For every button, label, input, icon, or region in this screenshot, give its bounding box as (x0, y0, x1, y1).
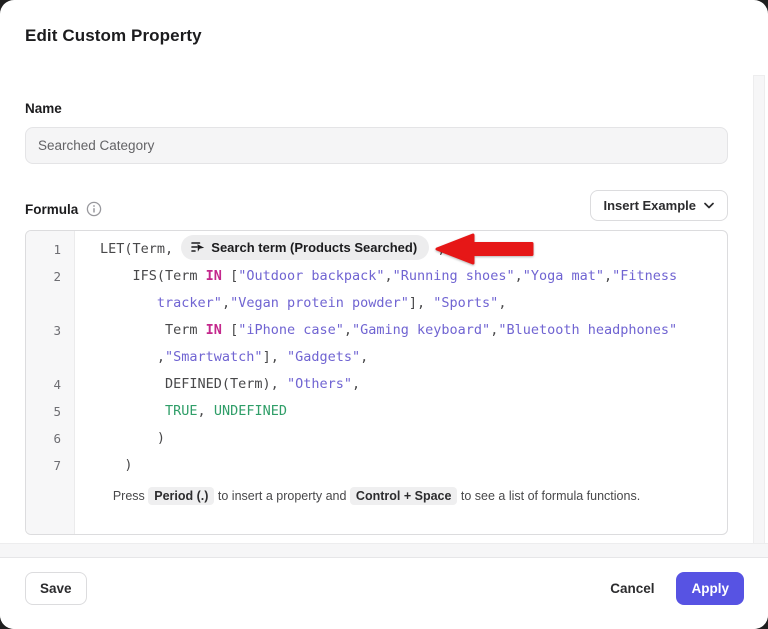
code-line-text: ,"Smartwatch"], "Gadgets", (74, 344, 368, 371)
edit-custom-property-dialog: Edit Custom Property Name Formula Insert… (0, 0, 768, 629)
code-line-text: ) (74, 425, 165, 452)
formula-label: Formula (25, 202, 78, 217)
insert-example-button[interactable]: Insert Example (590, 190, 729, 221)
code-line-text: tracker","Vegan protein powder"], "Sport… (74, 290, 506, 317)
code-line-text: TRUE, UNDEFINED (74, 398, 287, 425)
footer-right-group: Cancel Apply (610, 572, 744, 605)
kbd-control-space: Control + Space (350, 487, 458, 505)
save-button[interactable]: Save (25, 572, 87, 605)
name-input[interactable] (25, 127, 728, 164)
hint-between: to insert a property and (214, 489, 350, 503)
hint-suffix: to see a list of formula functions. (457, 489, 640, 503)
dialog-footer: Save Cancel Apply (0, 558, 768, 629)
formula-hint: Press Period (.) to insert a property an… (25, 489, 728, 503)
code-line-row: ,"Smartwatch"], "Gadgets", (26, 344, 727, 371)
code-line-text: ) (74, 452, 133, 479)
code-line-row: 6 ) (26, 425, 727, 452)
apply-button[interactable]: Apply (676, 572, 744, 605)
info-icon[interactable] (86, 201, 102, 217)
vertical-scrollbar[interactable] (753, 75, 765, 557)
code-line-row: 3 Term IN ["iPhone case","Gaming keyboar… (26, 317, 727, 344)
code-line-row: 2 IFS(Term IN ["Outdoor backpack","Runni… (26, 263, 727, 290)
property-chip[interactable]: Search term (Products Searched) (181, 235, 429, 260)
code-line-row: 4 DEFINED(Term), "Others", (26, 371, 727, 398)
property-chip-label: Search term (Products Searched) (211, 234, 417, 261)
code-line-row: 7 ) (26, 452, 727, 479)
code-line-text: Term IN ["iPhone case","Gaming keyboard"… (74, 317, 677, 344)
horizontal-scrollbar[interactable] (0, 543, 768, 558)
code-line-text: LET(Term, Search term (Products Searched… (74, 236, 445, 263)
hint-prefix: Press (113, 489, 148, 503)
line-number: 4 (26, 371, 74, 398)
name-label: Name (25, 101, 62, 116)
chevron-down-icon (704, 202, 714, 209)
formula-editor-lines: 1LET(Term, Search term (Products Searche… (26, 231, 727, 479)
cancel-button[interactable]: Cancel (610, 581, 654, 596)
kbd-period: Period (.) (148, 487, 214, 505)
code-line-text: DEFINED(Term), "Others", (74, 371, 360, 398)
event-icon (191, 240, 205, 254)
line-number (26, 290, 74, 317)
line-number: 3 (26, 317, 74, 344)
line-number: 1 (26, 236, 74, 263)
dialog-title: Edit Custom Property (25, 26, 202, 46)
formula-label-row: Formula (25, 201, 102, 217)
code-line-row: tracker","Vegan protein powder"], "Sport… (26, 290, 727, 317)
code-line-row: 5 TRUE, UNDEFINED (26, 398, 727, 425)
line-number: 7 (26, 452, 74, 479)
line-number (26, 344, 74, 371)
line-number: 5 (26, 398, 74, 425)
insert-example-label: Insert Example (604, 198, 697, 213)
line-number: 2 (26, 263, 74, 290)
line-number: 6 (26, 425, 74, 452)
code-line-text: IFS(Term IN ["Outdoor backpack","Running… (74, 263, 677, 290)
code-line-row: 1LET(Term, Search term (Products Searche… (26, 236, 727, 263)
